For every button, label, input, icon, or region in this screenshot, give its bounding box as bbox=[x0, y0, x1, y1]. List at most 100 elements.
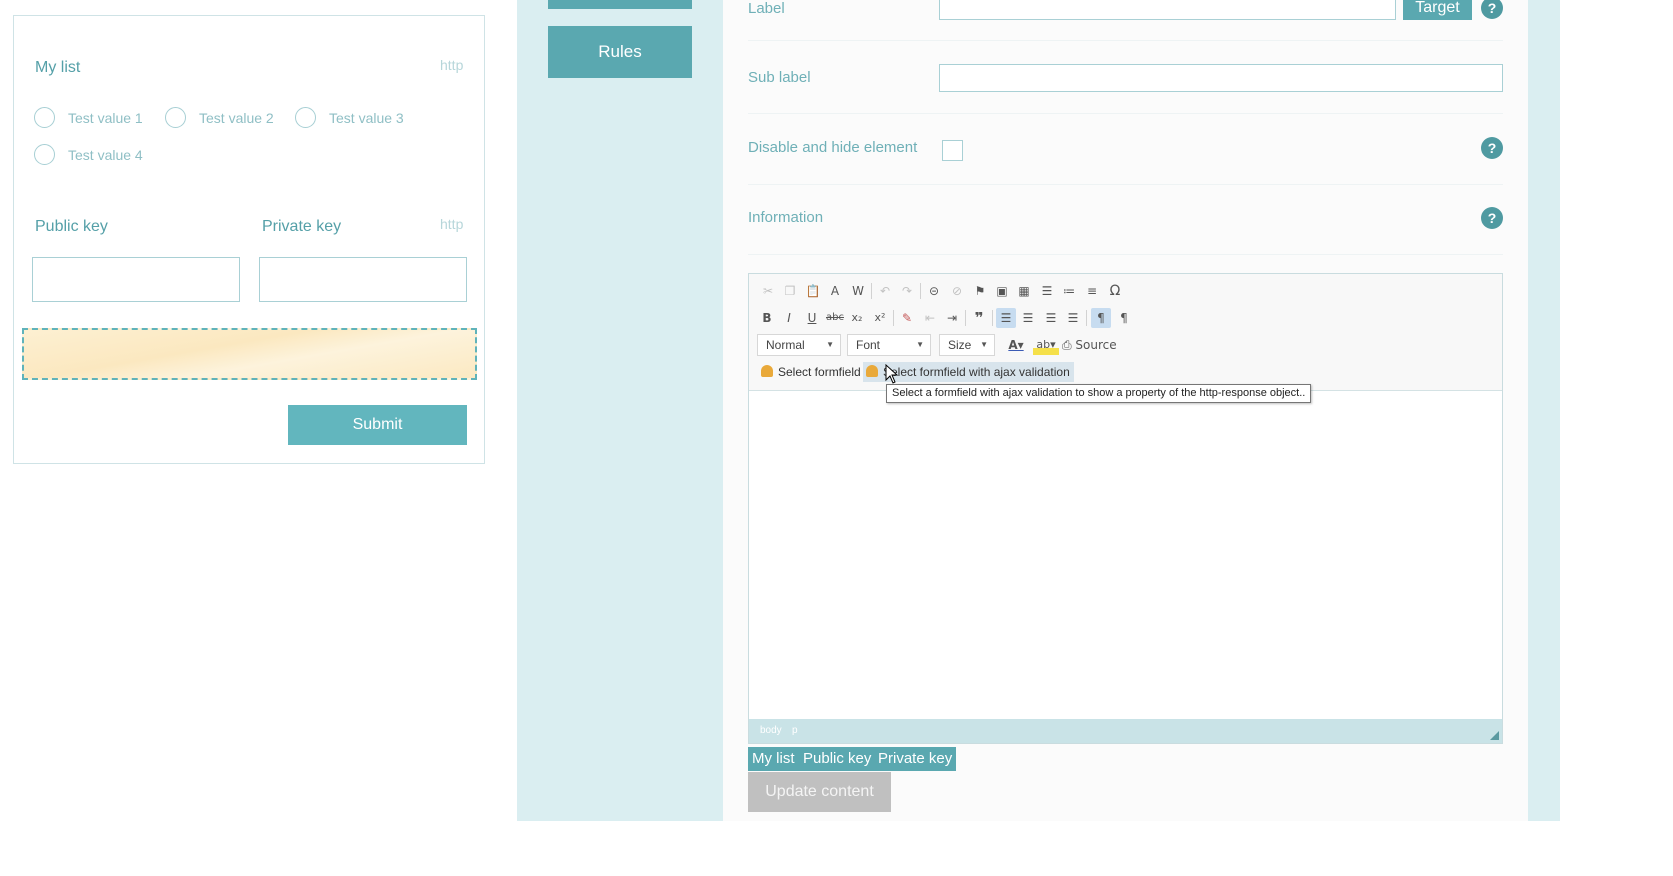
size-select-value: Size bbox=[948, 338, 972, 352]
radio-test-value-2[interactable] bbox=[165, 107, 186, 128]
target-button[interactable]: Target bbox=[1403, 0, 1472, 20]
source-label: Source bbox=[1075, 338, 1117, 352]
tag-my-list-button[interactable]: My list bbox=[748, 747, 799, 771]
image-icon[interactable]: ▣ bbox=[992, 281, 1012, 301]
chevron-down-icon: ▼ bbox=[916, 340, 924, 349]
source-button[interactable]: ⎙ Source bbox=[1062, 335, 1122, 355]
editor-content-area[interactable] bbox=[749, 392, 1502, 719]
align-center-icon[interactable]: ☰ bbox=[1018, 308, 1038, 328]
chevron-down-icon: ▼ bbox=[980, 340, 988, 349]
rtl-icon[interactable]: ¶ bbox=[1114, 308, 1134, 328]
select-formfield-label: Select formfield bbox=[778, 365, 861, 379]
disable-hide-label: Disable and hide element bbox=[748, 139, 918, 156]
list-http-hint: http bbox=[440, 57, 464, 73]
divider bbox=[748, 254, 1503, 255]
ltr-icon[interactable]: ¶ bbox=[1091, 308, 1111, 328]
format-select-value: Normal bbox=[766, 338, 805, 352]
resize-handle-icon[interactable] bbox=[1490, 731, 1499, 740]
form-preview: My list http Test value 1 Test value 2 T… bbox=[13, 15, 485, 464]
toolbar-separator bbox=[920, 283, 921, 299]
outdent-icon[interactable]: ⇤ bbox=[920, 308, 940, 328]
label-input[interactable] bbox=[939, 0, 1396, 20]
update-content-button[interactable]: Update content bbox=[748, 772, 891, 812]
text-color-icon[interactable]: A▾ bbox=[1003, 335, 1029, 355]
radio-test-value-3[interactable] bbox=[295, 107, 316, 128]
paste-text-icon[interactable]: A bbox=[825, 281, 845, 301]
submit-button[interactable]: Submit bbox=[288, 405, 467, 445]
undo-icon[interactable]: ↶ bbox=[875, 281, 895, 301]
link-icon[interactable]: ⊝ bbox=[924, 281, 944, 301]
chevron-down-icon: ▼ bbox=[826, 340, 834, 349]
bold-icon[interactable]: B bbox=[757, 308, 777, 328]
copy-icon[interactable]: ❐ bbox=[780, 281, 800, 301]
divider bbox=[748, 113, 1503, 114]
align-right-icon[interactable]: ☰ bbox=[1041, 308, 1061, 328]
sublabel-input[interactable] bbox=[939, 64, 1503, 92]
indent-icon[interactable]: ⇥ bbox=[942, 308, 962, 328]
paste-word-icon[interactable]: W bbox=[848, 281, 868, 301]
toolbar-separator bbox=[992, 310, 993, 326]
element-drop-zone[interactable] bbox=[22, 328, 477, 380]
toolbar-separator bbox=[1086, 310, 1087, 326]
superscript-icon[interactable]: x² bbox=[870, 308, 890, 328]
radio-label-1: Test value 1 bbox=[68, 110, 143, 126]
tag-public-key-button[interactable]: Public key bbox=[799, 747, 876, 771]
element-menu-panel: Rules bbox=[517, 0, 723, 821]
disable-hide-checkbox[interactable] bbox=[942, 140, 963, 161]
toolbar-separator bbox=[893, 310, 894, 326]
path-p[interactable]: p bbox=[792, 719, 798, 743]
unlink-icon[interactable]: ⊘ bbox=[947, 281, 967, 301]
background-color-icon[interactable]: ab▾ bbox=[1033, 335, 1059, 355]
subscript-icon[interactable]: x₂ bbox=[847, 308, 867, 328]
information-label: Information bbox=[748, 209, 824, 226]
align-left-icon[interactable]: ☰ bbox=[996, 308, 1016, 328]
format-select[interactable]: Normal ▼ bbox=[757, 334, 841, 356]
toolbar-separator bbox=[965, 310, 966, 326]
horizontal-rule-icon[interactable]: ≡ bbox=[1082, 281, 1102, 301]
editor-status-bar: body p bbox=[749, 719, 1502, 743]
private-key-input[interactable] bbox=[259, 257, 467, 302]
blockquote-icon[interactable]: ❞ bbox=[969, 308, 989, 328]
divider bbox=[748, 40, 1503, 41]
my-list-label: My list bbox=[35, 59, 81, 76]
public-key-label: Public key bbox=[35, 218, 108, 235]
disable-help-icon[interactable]: ? bbox=[1481, 137, 1503, 159]
strike-icon[interactable]: abc bbox=[825, 308, 845, 328]
rules-button[interactable]: Rules bbox=[548, 26, 692, 78]
tag-private-key-button[interactable]: Private key bbox=[874, 747, 957, 771]
underline-icon[interactable]: U bbox=[802, 308, 822, 328]
public-key-input[interactable] bbox=[32, 257, 240, 302]
select-formfield-ajax-label: Select formfield with ajax validation bbox=[883, 365, 1070, 379]
size-select[interactable]: Size ▼ bbox=[939, 334, 995, 356]
special-char-icon[interactable]: Ω bbox=[1105, 281, 1125, 301]
font-select[interactable]: Font ▼ bbox=[847, 334, 931, 356]
radio-test-value-1[interactable] bbox=[34, 107, 55, 128]
table-icon[interactable]: ▦ bbox=[1014, 281, 1034, 301]
remove-format-icon[interactable]: ✎ bbox=[897, 308, 917, 328]
rich-text-editor: ✂ ❐ 📋 A W ↶ ↷ ⊝ ⊘ ⚑ ▣ ▦ ☰ ≔ ≡ Ω B I U ab… bbox=[748, 273, 1503, 744]
bulleted-list-icon[interactable]: ≔ bbox=[1059, 281, 1079, 301]
menu-button-partial[interactable] bbox=[548, 0, 692, 9]
formfield-icon bbox=[866, 365, 878, 377]
formfield-icon bbox=[761, 365, 773, 377]
keys-http-hint: http bbox=[440, 216, 464, 232]
editor-toolbar: ✂ ❐ 📋 A W ↶ ↷ ⊝ ⊘ ⚑ ▣ ▦ ☰ ≔ ≡ Ω B I U ab… bbox=[749, 274, 1502, 391]
cut-icon[interactable]: ✂ bbox=[758, 281, 778, 301]
path-body[interactable]: body bbox=[760, 719, 782, 743]
ajax-validation-tooltip: Select a formfield with ajax validation … bbox=[886, 384, 1312, 403]
anchor-icon[interactable]: ⚑ bbox=[970, 281, 990, 301]
mouse-cursor-icon bbox=[885, 364, 899, 384]
select-formfield-button[interactable]: Select formfield bbox=[758, 362, 865, 382]
italic-icon[interactable]: I bbox=[779, 308, 799, 328]
redo-icon[interactable]: ↷ bbox=[897, 281, 917, 301]
panel-strip bbox=[1528, 0, 1560, 821]
divider bbox=[748, 184, 1503, 185]
numbered-list-icon[interactable]: ☰ bbox=[1037, 281, 1057, 301]
private-key-label: Private key bbox=[262, 218, 342, 235]
font-select-value: Font bbox=[856, 338, 881, 352]
paste-icon[interactable]: 📋 bbox=[803, 281, 823, 301]
information-help-icon[interactable]: ? bbox=[1481, 207, 1503, 229]
label-field-label: Label bbox=[748, 0, 785, 17]
radio-test-value-4[interactable] bbox=[34, 144, 55, 165]
justify-icon[interactable]: ☰ bbox=[1063, 308, 1083, 328]
